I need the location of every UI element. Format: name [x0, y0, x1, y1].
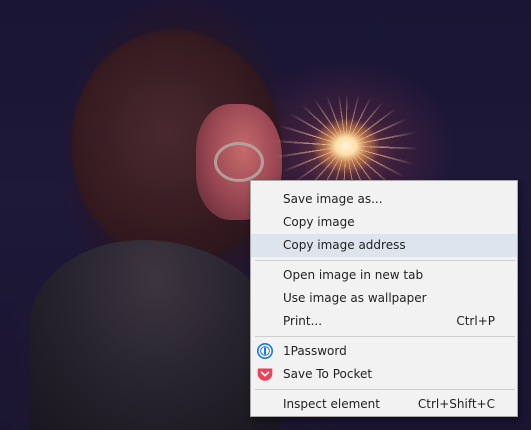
menu-separator [255, 260, 515, 261]
menu-item-label: Copy image address [283, 238, 406, 252]
menu-item-use-as-wallpaper[interactable]: Use image as wallpaper [251, 287, 517, 310]
1password-icon [257, 343, 273, 359]
menu-item-save-image-as[interactable]: Save image as... [251, 188, 517, 211]
menu-item-label: Inspect element [283, 397, 380, 411]
menu-item-shortcut: Ctrl+Shift+C [417, 397, 495, 411]
jacket [30, 240, 280, 430]
menu-item-label: Save image as... [283, 192, 383, 206]
menu-item-label: Save To Pocket [283, 367, 373, 381]
menu-item-label: Use image as wallpaper [283, 291, 427, 305]
menu-item-save-to-pocket[interactable]: Save To Pocket [251, 363, 517, 386]
menu-item-label: Print... [283, 314, 323, 328]
menu-item-copy-image-address[interactable]: Copy image address [251, 234, 517, 257]
menu-item-label: Copy image [283, 215, 355, 229]
pocket-icon [257, 366, 273, 382]
menu-item-open-image-new-tab[interactable]: Open image in new tab [251, 264, 517, 287]
menu-item-inspect-element[interactable]: Inspect element Ctrl+Shift+C [251, 393, 517, 416]
menu-separator [255, 389, 515, 390]
menu-item-shortcut: Ctrl+P [456, 314, 495, 328]
menu-item-print[interactable]: Print... Ctrl+P [251, 310, 517, 333]
context-menu: Save image as... Copy image Copy image a… [250, 180, 518, 417]
menu-item-copy-image[interactable]: Copy image [251, 211, 517, 234]
glasses [214, 142, 264, 182]
menu-item-1password[interactable]: 1Password [251, 340, 517, 363]
menu-item-label: 1Password [283, 344, 347, 358]
menu-separator [255, 336, 515, 337]
menu-item-label: Open image in new tab [283, 268, 424, 282]
